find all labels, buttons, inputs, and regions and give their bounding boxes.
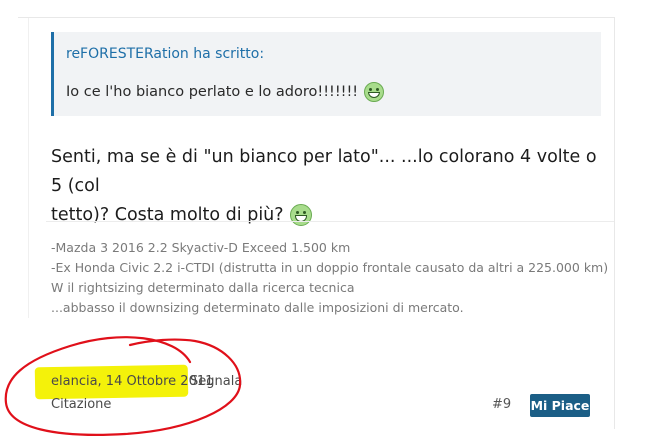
signature-line: ...abbasso il downsizing determinato dal… xyxy=(51,300,464,315)
post-left-border xyxy=(28,18,29,318)
post-body-line-1: Senti, ma se è di "un bianco per lato"..… xyxy=(51,147,597,196)
like-button[interactable]: Mi Piace xyxy=(530,394,590,417)
signature-line: -Mazda 3 2016 2.2 Skyactiv-D Exceed 1.50… xyxy=(51,240,351,255)
quote-link[interactable]: Citazione xyxy=(51,397,111,412)
post-body: Senti, ma se è di "un bianco per lato"..… xyxy=(51,143,611,230)
post-body-line-2: tetto)? Costa molto di più? xyxy=(51,201,611,230)
signature-line: W il rightsizing determinato dalla ricer… xyxy=(51,280,355,295)
quote-text: Io ce l'ho bianco perlato e lo adoro!!!!… xyxy=(66,84,359,100)
quote-block: reFORESTERation ha scritto: Io ce l'ho b… xyxy=(51,32,601,116)
grin-icon xyxy=(289,204,312,226)
quote-author[interactable]: reFORESTERation ha scritto: xyxy=(66,46,264,62)
quote-text-line: Io ce l'ho bianco perlato e lo adoro!!!!… xyxy=(66,82,385,102)
grin-icon xyxy=(364,82,385,102)
report-link[interactable]: Segnala xyxy=(190,374,242,389)
signature-line: -Ex Honda Civic 2.2 i-CTDI (distrutta in… xyxy=(51,260,609,275)
post-right-border xyxy=(614,17,615,429)
signature: -Mazda 3 2016 2.2 Skyactiv-D Exceed 1.50… xyxy=(51,238,611,318)
post-number[interactable]: #9 xyxy=(492,397,511,412)
post-top-border xyxy=(18,17,615,18)
signature-divider xyxy=(46,221,614,222)
